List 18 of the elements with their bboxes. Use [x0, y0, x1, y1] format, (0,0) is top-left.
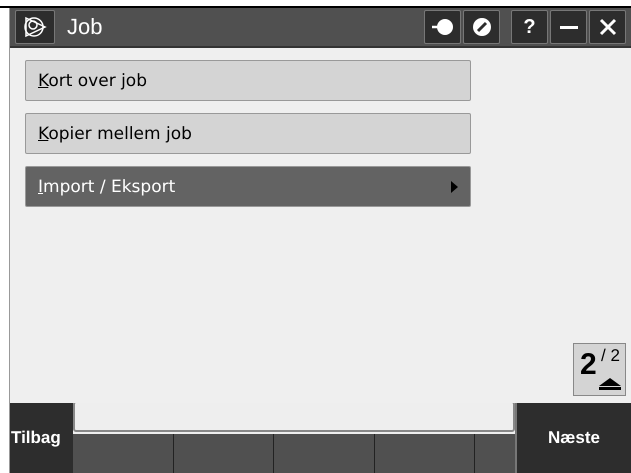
back-softkey[interactable]: Tilbag — [10, 403, 73, 473]
menu-item[interactable]: Kopier mellem job — [25, 113, 471, 154]
help-button[interactable]: ? — [511, 10, 548, 44]
login-button[interactable] — [424, 10, 461, 44]
minimize-icon — [560, 26, 578, 28]
app-logo-icon[interactable] — [15, 10, 55, 44]
slashed-circle-icon — [472, 17, 492, 37]
close-button[interactable] — [589, 10, 626, 44]
arrow-into-circle-icon — [430, 17, 454, 37]
close-icon — [598, 17, 618, 37]
submenu-arrow-icon — [451, 180, 458, 192]
menu-item[interactable]: Import / Eksport — [25, 166, 471, 207]
window-title: Job — [67, 14, 104, 40]
next-softkey[interactable]: Næste — [515, 403, 631, 473]
eject-icon — [599, 378, 621, 390]
menu-item[interactable]: Kort over job — [25, 60, 471, 101]
minimize-button[interactable] — [550, 10, 587, 44]
disable-button[interactable] — [463, 10, 500, 44]
